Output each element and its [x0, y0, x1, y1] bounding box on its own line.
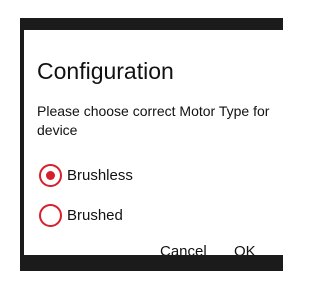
option-brushless[interactable]: Brushless [39, 164, 133, 187]
radio-dot-icon [46, 171, 55, 180]
radio-unselected-icon[interactable] [39, 204, 62, 227]
dialog-title: Configuration [37, 58, 174, 84]
option-brushless-label: Brushless [67, 167, 133, 184]
option-brushed[interactable]: Brushed [39, 204, 123, 227]
option-brushed-label: Brushed [67, 207, 123, 224]
screen: Configuration Please choose correct Moto… [0, 0, 283, 287]
radio-selected-icon[interactable] [39, 164, 62, 187]
configuration-dialog: Configuration Please choose correct Moto… [20, 18, 283, 271]
ok-button[interactable]: OK [234, 243, 256, 255]
dialog-message: Please choose correct Motor Type for dev… [37, 103, 270, 138]
dialog-actions: Cancel OK [24, 243, 283, 255]
cancel-button[interactable]: Cancel [160, 243, 207, 255]
